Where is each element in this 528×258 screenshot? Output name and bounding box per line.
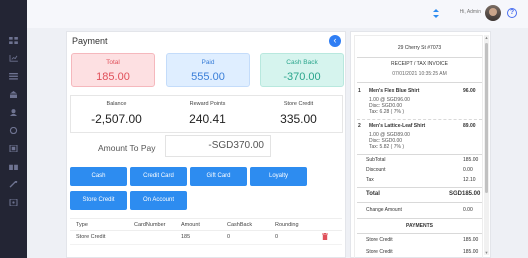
- divider: [357, 218, 482, 219]
- user-icon[interactable]: [6, 109, 20, 116]
- store-credit-label: Store Credit: [283, 101, 314, 107]
- tax-label: Tax: [366, 177, 374, 183]
- divider: [357, 57, 482, 58]
- item-name: Men's Flex Blue Shirt: [369, 88, 420, 94]
- cell-type: Store Credit: [76, 234, 106, 240]
- receipt-preview: 29 Cherry St #7073 RECEIPT / TAX INVOICE…: [354, 35, 483, 258]
- reward-points-value: 240.41: [189, 112, 226, 126]
- database-icon[interactable]: [6, 145, 20, 152]
- receipt-scrollbar[interactable]: ▲ ▼: [484, 35, 489, 255]
- cash-button[interactable]: Cash: [70, 167, 127, 186]
- grid-icon[interactable]: [6, 37, 20, 44]
- tag-icon[interactable]: [6, 199, 20, 206]
- gift-icon[interactable]: [6, 163, 20, 170]
- paid-card: Paid 555.00: [166, 53, 250, 87]
- cell-amount: 185: [181, 234, 191, 240]
- receipt-panel: 29 Cherry St #7073 RECEIPT / TAX INVOICE…: [350, 31, 491, 258]
- item-tax: Tax: 6.28 ( 7% ): [369, 109, 405, 115]
- sync-icon[interactable]: [433, 9, 439, 18]
- table-row: Store Credit 185 0 0: [70, 231, 342, 245]
- receipt-datetime: 07/01/2021 10:35:25 AM: [392, 71, 447, 77]
- scroll-down-icon[interactable]: ▼: [484, 250, 489, 255]
- item-number: 1: [358, 88, 361, 94]
- list-icon[interactable]: [6, 73, 20, 80]
- payment-line-value: 185.00: [463, 249, 479, 255]
- store-credit-button[interactable]: Store Credit: [70, 191, 127, 210]
- cash-back-card: Cash Back -370.00: [260, 53, 344, 87]
- credit-card-button[interactable]: Credit Card: [130, 167, 187, 186]
- cell-rounding: 0: [275, 234, 279, 240]
- loyalty-button[interactable]: Loyalty: [250, 167, 307, 186]
- balance-label: Balance: [106, 101, 127, 107]
- col-amount: Amount: [181, 222, 200, 228]
- divider: [357, 233, 482, 234]
- avatar[interactable]: [485, 5, 501, 21]
- balance: Balance -2,507.00: [71, 101, 162, 126]
- total-value: SGD185.00: [449, 191, 481, 197]
- table-header: Type CardNumber Amount CashBack Rounding: [70, 218, 342, 231]
- chart-icon[interactable]: [6, 55, 20, 62]
- paid-label: Paid: [201, 59, 215, 66]
- change-label: Change Amount: [366, 207, 402, 213]
- col-cashback: CashBack: [227, 222, 253, 228]
- discount-label: Discount: [366, 167, 386, 173]
- discount-value: 0.00: [463, 167, 473, 173]
- cell-cashback: 0: [227, 234, 231, 240]
- payments-table: Type CardNumber Amount CashBack Rounding…: [70, 218, 342, 245]
- store-icon[interactable]: [6, 91, 20, 98]
- reward-points-label: Reward Points: [189, 101, 226, 107]
- cash-back-label: Cash Back: [286, 59, 318, 66]
- total-label: Total: [366, 191, 380, 197]
- item-name: Men's Lattice-Leaf Shirt: [369, 123, 426, 129]
- change-value: 0.00: [463, 207, 473, 213]
- divider: [357, 154, 482, 155]
- reward-points: Reward Points 240.41: [162, 101, 253, 126]
- store-address: 29 Cherry St #7073: [397, 45, 442, 51]
- payment-panel: Payment ‹ Total 185.00 Paid 555.00 Cash …: [66, 31, 346, 258]
- item-tax: Tax: 5.82 ( 7% ): [369, 144, 405, 150]
- store-credit: Store Credit 335.00: [253, 101, 344, 126]
- top-bar: Hi, Admin ?: [27, 0, 528, 28]
- on-account-button[interactable]: On Account: [130, 191, 187, 210]
- divider: [357, 202, 482, 203]
- cash-back-value: -370.00: [283, 71, 321, 83]
- customer-balances: Balance -2,507.00 Reward Points 240.41 S…: [70, 95, 343, 133]
- subtotal-value: 185.00: [463, 157, 479, 163]
- col-type: Type: [76, 222, 88, 228]
- col-card-number: CardNumber: [134, 222, 166, 228]
- amount-to-pay-label: Amount To Pay: [98, 143, 156, 153]
- item-number: 2: [358, 123, 361, 129]
- total-card: Total 185.00: [71, 53, 155, 87]
- total-label: Total: [106, 59, 120, 66]
- divider: [357, 187, 482, 188]
- back-arrow-icon[interactable]: ‹: [329, 35, 341, 47]
- item-price: 89.00: [463, 123, 476, 129]
- user-greeting: Hi, Admin: [459, 9, 481, 15]
- gift-card-button[interactable]: Gift Card: [190, 167, 247, 186]
- divider: [357, 119, 482, 120]
- amount-to-pay-field[interactable]: -SGD370.00: [165, 135, 271, 157]
- payment-line-label: Store Credit: [366, 249, 393, 255]
- col-rounding: Rounding: [275, 222, 299, 228]
- subtotal-label: SubTotal: [366, 157, 386, 163]
- tax-value: 12.10: [463, 177, 476, 183]
- settings-icon[interactable]: [6, 181, 20, 188]
- balance-value: -2,507.00: [91, 112, 142, 126]
- payments-heading: PAYMENTS: [406, 223, 433, 229]
- receipt-heading: RECEIPT / TAX INVOICE: [391, 61, 448, 67]
- trash-icon[interactable]: [322, 233, 328, 240]
- payment-line-label: Store Credit: [366, 237, 393, 243]
- paid-value: 555.00: [191, 71, 225, 83]
- payment-line-value: 185.00: [463, 237, 479, 243]
- scroll-thumb[interactable]: [485, 43, 488, 193]
- divider: [357, 82, 482, 83]
- sidebar: [0, 0, 27, 258]
- scroll-up-icon[interactable]: ▲: [484, 35, 489, 40]
- box-icon[interactable]: [6, 127, 20, 134]
- help-icon[interactable]: ?: [507, 8, 517, 18]
- page-title: Payment: [72, 36, 108, 46]
- total-value: 185.00: [96, 71, 130, 83]
- store-credit-value: 335.00: [280, 112, 317, 126]
- item-price: 96.00: [463, 88, 476, 94]
